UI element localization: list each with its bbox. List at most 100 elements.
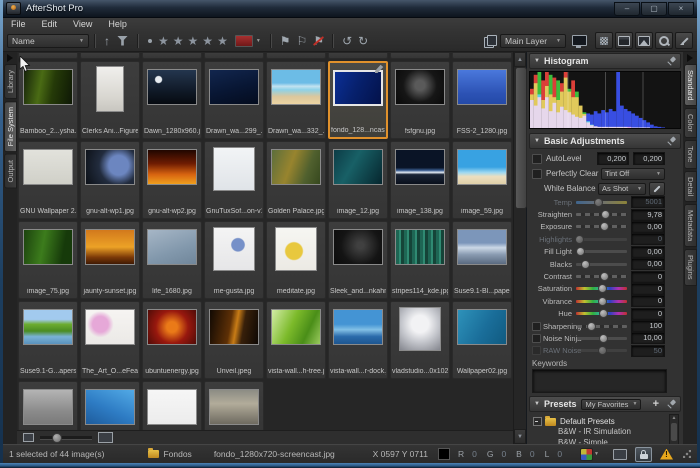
slider-knob[interactable] [594,198,603,207]
thumbnail-cell-clipped[interactable] [328,53,388,59]
slider-knob[interactable] [600,272,609,281]
current-folder[interactable]: Fondos [163,449,191,459]
panel-tab-detail[interactable]: Detail [684,171,697,202]
thumbnail-cell[interactable] [142,381,202,430]
slider-value-field[interactable]: 50 [631,345,665,357]
layer-dropdown[interactable]: Main Layer ▼ [500,34,566,48]
autolevel-low-field[interactable]: 0,200 [597,152,629,165]
slider-value-field[interactable]: 0,00 [631,246,665,258]
image-view-button[interactable] [635,32,653,49]
autolevel-high-field[interactable]: 0,200 [633,152,665,165]
thumbnail-cell-clipped[interactable] [80,53,140,59]
copy-settings-icon[interactable] [484,35,496,46]
thumbnail-cell[interactable]: fsfgnu.jpg [390,61,450,139]
resize-grip[interactable] [683,450,691,458]
zoom-button[interactable] [655,32,673,49]
thumbnail-cell[interactable]: vladstudio...0x1024.jpg [390,301,450,379]
highlights-slider[interactable] [576,238,627,241]
fill-light-slider[interactable] [576,250,627,253]
thumbnail-cell-clipped[interactable] [204,53,264,59]
slider-knob[interactable] [576,247,585,256]
thumbnail-cell[interactable]: image_59.jpg [452,141,512,219]
small-thumbnail-icon[interactable] [23,433,34,442]
dual-monitor-icon[interactable] [613,449,627,460]
thumbnail-cell[interactable]: me-gusta.jpg [204,221,264,299]
preset-item[interactable]: B&W - IR Simulation [533,427,681,438]
flag-finish-icon[interactable]: ⚐ [297,35,308,47]
sharpening-slider[interactable] [577,325,627,328]
star-icon[interactable]: ★ [158,34,169,48]
slider-value-field[interactable]: 9,78 [631,209,665,221]
menu-item-edit[interactable]: Edit [34,19,66,29]
scroll-up-button[interactable]: ▲ [670,415,678,422]
thumbnail-cell[interactable]: Dawn_1280x960.jpg [142,61,202,139]
panel-tab-color[interactable]: Color [684,108,697,138]
slider-value-field[interactable]: 10,00 [631,332,665,344]
title-bar[interactable]: AfterShot Pro – ▢ × [0,0,700,18]
thumbnail-cell[interactable]: GNU Wallpaper 2.jpg [18,141,78,219]
thumbnail-cell[interactable]: GnuTuxSof...on-v1.jpg [204,141,264,219]
color-management-icon[interactable] [580,448,593,461]
white-balance-dropdown[interactable]: As Shot ▼ [598,183,646,195]
slideshow-icon[interactable] [572,35,587,46]
pin-icon[interactable] [667,57,676,66]
thumbnail-cell[interactable]: Wallpaper02.jpg [452,301,512,379]
sidebar-tab-library[interactable]: Library [4,64,17,99]
thumbnail-cell[interactable]: image_138.jpg [390,141,450,219]
browser-scrollbar[interactable]: ▲ ▼ [513,52,526,444]
panel-tab-plugins[interactable]: Plugins [684,249,697,286]
keywords-input[interactable] [532,369,667,393]
slider-knob[interactable] [599,334,608,343]
thumbnail-cell[interactable] [18,381,78,430]
filter-icon[interactable] [117,36,128,46]
thumbnail-cell[interactable]: jaunty-sunset.jpg [80,221,140,299]
scroll-down-button[interactable]: ▼ [514,429,526,444]
perfectly-clear-checkbox[interactable] [532,169,542,179]
thumbnail-cell-clipped[interactable] [390,53,450,59]
basic-adjustments-header[interactable]: ▼ Basic Adjustments [529,133,681,149]
pin-icon[interactable] [667,400,676,409]
noise-ninja-checkbox[interactable] [532,334,541,343]
raw-noise-slider[interactable] [577,349,627,352]
scrollbar-thumb[interactable] [671,423,677,441]
maximize-button[interactable]: ▢ [641,2,667,16]
thumbnail-cell[interactable]: Unveil.jpeg [204,301,264,379]
eyedropper-button[interactable] [649,182,665,196]
sort-dropdown[interactable]: Name ▼ [7,34,89,48]
flag-reject-icon[interactable]: ⚑ [313,35,324,47]
flag-pick-icon[interactable]: ⚑ [280,35,291,47]
collapse-left-panel-icon[interactable] [7,54,13,62]
color-label-dropdown-icon[interactable]: ▼ [256,38,261,44]
pin-icon[interactable] [667,137,676,146]
sort-ascending-icon[interactable]: ↑ [104,35,110,47]
slider-knob[interactable] [587,322,596,331]
star-icon[interactable]: ★ [173,34,184,48]
slider-value-field[interactable]: 0 [631,295,665,307]
minimize-button[interactable]: – [614,2,640,16]
sidebar-tab-file-system[interactable]: File System [4,101,17,152]
rotate-left-icon[interactable]: ↺ [342,35,352,47]
thumbnail-cell[interactable] [204,381,264,430]
thumbnail-cell-clipped[interactable] [452,53,512,59]
slider-value-field[interactable]: 0,00 [631,221,665,233]
slider-knob[interactable] [598,346,607,355]
menu-item-view[interactable]: View [65,19,100,29]
histogram-header[interactable]: ▼ Histogram [529,53,681,69]
close-button[interactable]: × [668,2,694,16]
slider-knob[interactable] [599,309,608,318]
thumbnail-cell[interactable]: Suse9.1-G...apers.jpg [18,301,78,379]
thumbnail-cell[interactable]: vista-wall...h-tree.jpg [266,301,326,379]
color-label-swatch[interactable] [235,35,253,47]
thumbnail-cell[interactable]: Sleek_and...nkahn.jpg [328,221,388,299]
preview-view-button[interactable] [615,32,633,49]
slider-knob[interactable] [581,260,590,269]
thumbnail-cell[interactable]: image_75.jpg [18,221,78,299]
slider-knob[interactable] [575,235,584,244]
presets-folder-row[interactable]: Default Presets [533,416,681,427]
collapse-right-panel-icon[interactable] [687,54,693,62]
thumbnail-view-button[interactable] [595,32,613,49]
perfectly-clear-dropdown[interactable]: Tint Off ▼ [601,168,665,180]
slider-value-field[interactable]: 0 [631,283,665,295]
thumbnail-cell[interactable]: gnu-alt-wp1.jpg [80,141,140,219]
thumbnail-size-slider[interactable] [40,436,92,440]
